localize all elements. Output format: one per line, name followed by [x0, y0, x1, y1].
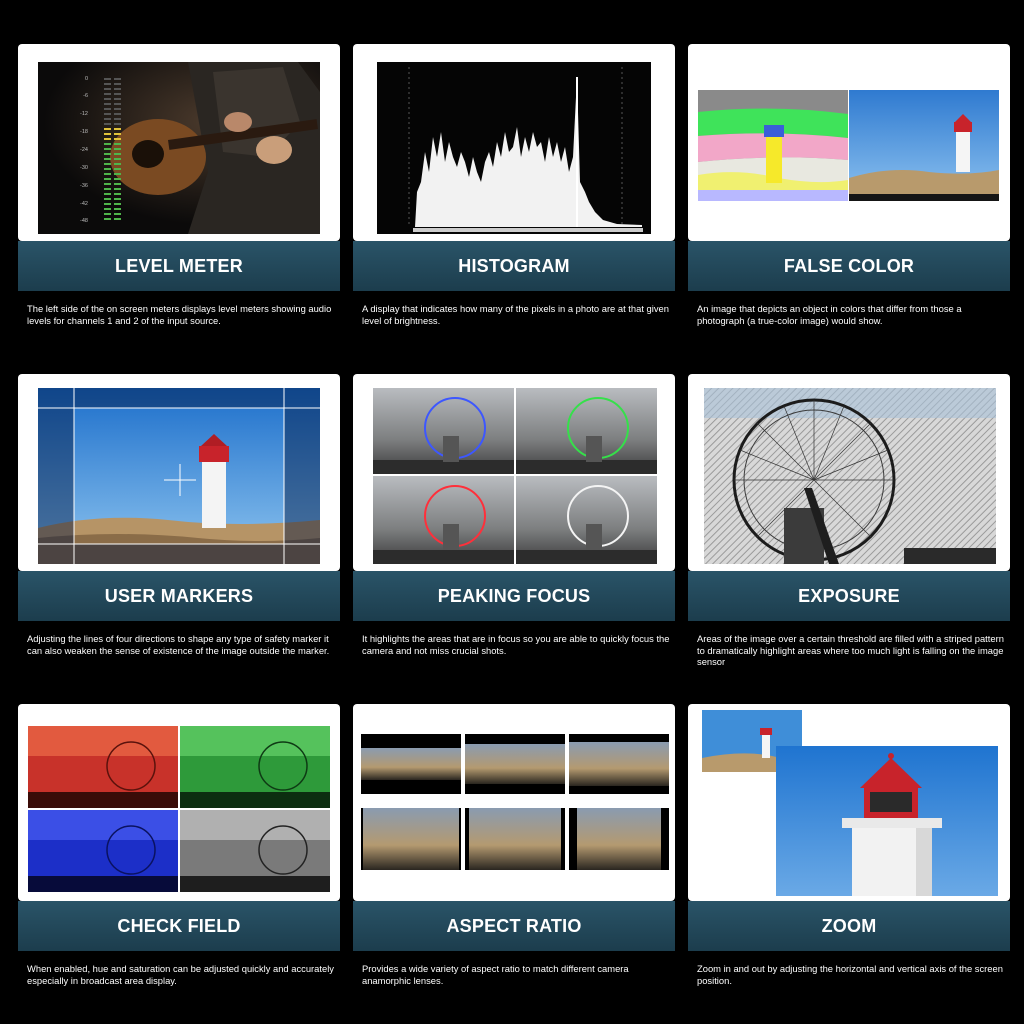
- peaking-blue-tile: [373, 388, 514, 474]
- peaking-focus-image-frame: [353, 374, 675, 571]
- card-title: ASPECT RATIO: [446, 915, 582, 936]
- aspect-tile-2: [465, 734, 565, 794]
- exposure-title-bar: EXPOSURE: [688, 571, 1010, 621]
- level-meter-tick: -36: [80, 183, 88, 189]
- peaking-green-tile: [516, 388, 657, 474]
- level-meter-tick: -48: [80, 218, 88, 224]
- level-meter-bars: [104, 78, 121, 220]
- check-field-blue-tile: [28, 810, 178, 892]
- card-description: Provides a wide variety of aspect ratio …: [362, 963, 629, 986]
- check-field-grid: [28, 726, 330, 892]
- card-description: Zoom in and out by adjusting the horizon…: [697, 963, 1003, 986]
- aspect-tile-6: [569, 808, 669, 870]
- card-title: USER MARKERS: [104, 585, 254, 606]
- card-description: An image that depicts an object in color…: [697, 303, 962, 326]
- level-meter-tick: -18: [80, 129, 88, 135]
- card-title: ZOOM: [821, 915, 877, 936]
- user-markers-image-frame: [18, 374, 340, 571]
- peaking-focus-title-bar: PEAKING FOCUS: [353, 571, 675, 621]
- level-meter-image-frame: 0 -6 -12 -18 -24 -30 -36 -42 -48: [18, 44, 340, 241]
- check-field-image-frame: [18, 704, 340, 901]
- user-markers-title-bar: USER MARKERS: [18, 571, 340, 621]
- card-description: The left side of the on screen meters di…: [27, 303, 332, 326]
- aspect-tile-1: [361, 734, 461, 794]
- level-meter-tick: -12: [80, 111, 88, 117]
- aspect-tile-4: [361, 808, 461, 870]
- card-description: A display that indicates how many of the…: [362, 303, 669, 326]
- level-meter-tick: -6: [83, 93, 88, 99]
- aspect-tile-3: [569, 734, 669, 794]
- card-title: LEVEL METER: [115, 255, 243, 276]
- check-field-red-tile: [28, 726, 178, 808]
- user-markers-image: [38, 388, 320, 564]
- exposure-image-frame: [688, 374, 1010, 571]
- histogram-title-bar: HISTOGRAM: [353, 241, 675, 291]
- check-field-green-tile: [180, 726, 330, 808]
- false-color-title-bar: FALSE COLOR: [688, 241, 1010, 291]
- aspect-tile-5: [465, 808, 565, 870]
- zoom-title-bar: ZOOM: [688, 901, 1010, 951]
- exposure-image: [704, 388, 996, 564]
- level-meter-tick: -30: [80, 165, 88, 171]
- card-title: HISTOGRAM: [458, 255, 570, 276]
- card-description: Adjusting the lines of four directions t…: [27, 633, 330, 656]
- card-description: When enabled, hue and saturation can be …: [27, 963, 334, 986]
- level-meter-tick: 0: [84, 76, 88, 82]
- zoom-image-frame: [688, 704, 1010, 901]
- peaking-red-tile: [373, 476, 514, 564]
- card-description: Areas of the image over a certain thresh…: [697, 633, 1004, 667]
- check-field-mono-tile: [180, 810, 330, 892]
- level-meter-tick: -24: [80, 147, 88, 153]
- zoom-enlarged-view: [776, 746, 998, 896]
- histogram-image-frame: [353, 44, 675, 241]
- peaking-focus-grid: [373, 388, 657, 564]
- aspect-ratio-grid: [361, 734, 669, 870]
- aspect-ratio-image-frame: [353, 704, 675, 901]
- level-meter-title-bar: LEVEL METER: [18, 241, 340, 291]
- card-title: CHECK FIELD: [117, 915, 241, 936]
- false-color-image-frame: [688, 44, 1010, 241]
- card-description: It highlights the areas that are in focu…: [362, 633, 670, 656]
- level-meter-scale: 0 -6 -12 -18 -24 -30 -36 -42 -48: [74, 76, 98, 226]
- histogram-image: [377, 62, 651, 234]
- check-field-title-bar: CHECK FIELD: [18, 901, 340, 951]
- level-meter-tick: -42: [80, 201, 88, 207]
- true-color-image: [849, 90, 999, 201]
- card-title: PEAKING FOCUS: [437, 585, 591, 606]
- peaking-white-tile: [516, 476, 657, 564]
- aspect-ratio-title-bar: ASPECT RATIO: [353, 901, 675, 951]
- false-color-image: [698, 90, 848, 201]
- card-title: FALSE COLOR: [783, 255, 915, 276]
- card-title: EXPOSURE: [798, 585, 900, 606]
